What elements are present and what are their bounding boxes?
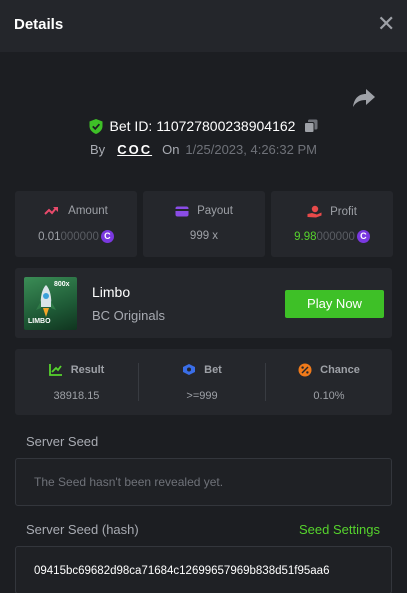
bet-id-label: Bet ID: — [109, 118, 153, 134]
server-seed-hash-value: 09415bc69682d98ca71684c12699657969b838d5… — [34, 565, 330, 577]
wallet-icon — [175, 206, 189, 216]
profit-card: Profit 9.98 000000 C — [271, 191, 393, 257]
server-seed-hash-box[interactable]: 09415bc69682d98ca71684c12699657969b838d5… — [15, 546, 392, 593]
result-column: Result 38918.15 — [15, 349, 138, 415]
share-icon[interactable] — [352, 87, 376, 109]
page-title: Details — [14, 16, 64, 33]
close-icon[interactable]: ✕ — [377, 13, 395, 35]
amount-value-trail: 000000 — [60, 230, 99, 243]
payout-label: Payout — [197, 205, 233, 217]
game-provider: BC Originals — [92, 308, 165, 323]
bet-id-row: Bet ID: 110727800238904162 — [0, 117, 407, 135]
game-card: 800x LIMBO Limbo BC Originals Play Now — [15, 268, 392, 338]
by-label: By — [90, 141, 106, 157]
on-label: On — [162, 141, 180, 157]
profit-label: Profit — [330, 205, 357, 218]
chance-column: Chance 0.10% — [266, 349, 392, 415]
result-panel: Result 38918.15 Bet >=999 Chance 0.10% — [15, 349, 392, 415]
profit-hand-icon — [307, 205, 322, 218]
result-value: 38918.15 — [53, 390, 100, 402]
seed-settings-link[interactable]: Seed Settings — [299, 522, 380, 537]
server-seed-label: Server Seed — [26, 434, 99, 449]
play-now-button[interactable]: Play Now — [285, 290, 384, 318]
bet-id-value: 110727800238904162 — [156, 118, 296, 134]
username-link[interactable]: COC — [117, 142, 152, 157]
payout-card: Payout 999 x — [143, 191, 265, 257]
server-seed-hash-label: Server Seed (hash) — [26, 522, 139, 537]
percent-icon — [298, 363, 312, 377]
thumb-title: LIMBO — [28, 318, 51, 325]
bet-value: >=999 — [186, 390, 218, 402]
bet-icon — [183, 364, 196, 375]
bet-column: Bet >=999 — [139, 349, 265, 415]
bet-label: Bet — [204, 363, 222, 376]
details-header: Details ✕ — [0, 0, 407, 52]
game-name: Limbo — [92, 284, 131, 300]
server-seed-text: The Seed hasn't been revealed yet. — [34, 475, 224, 489]
bet-meta-row: By COC On 1/25/2023, 4:26:32 PM — [0, 140, 407, 158]
coin-icon: C — [100, 230, 114, 243]
result-label: Result — [70, 363, 105, 376]
amount-value: 0.01 — [38, 230, 61, 243]
copy-icon[interactable] — [304, 119, 318, 133]
chance-label: Chance — [320, 364, 360, 376]
shield-check-icon — [89, 118, 103, 134]
server-seed-box: The Seed hasn't been revealed yet. — [15, 458, 392, 506]
payout-value: 999 x — [189, 230, 219, 242]
chance-value: 0.10% — [313, 390, 345, 402]
thumb-multiplier: 800x — [54, 281, 70, 288]
game-thumbnail[interactable]: 800x LIMBO — [24, 277, 77, 330]
profit-value-trail: 000000 — [316, 230, 355, 243]
amount-label: Amount — [68, 205, 108, 217]
profit-value: 9.98 — [294, 230, 317, 243]
amount-icon — [44, 207, 59, 215]
amount-card: Amount 0.01 000000 C — [15, 191, 137, 257]
bet-date: 1/25/2023, 4:26:32 PM — [185, 141, 317, 157]
coin-icon: C — [356, 230, 370, 243]
result-chart-icon — [48, 364, 62, 376]
